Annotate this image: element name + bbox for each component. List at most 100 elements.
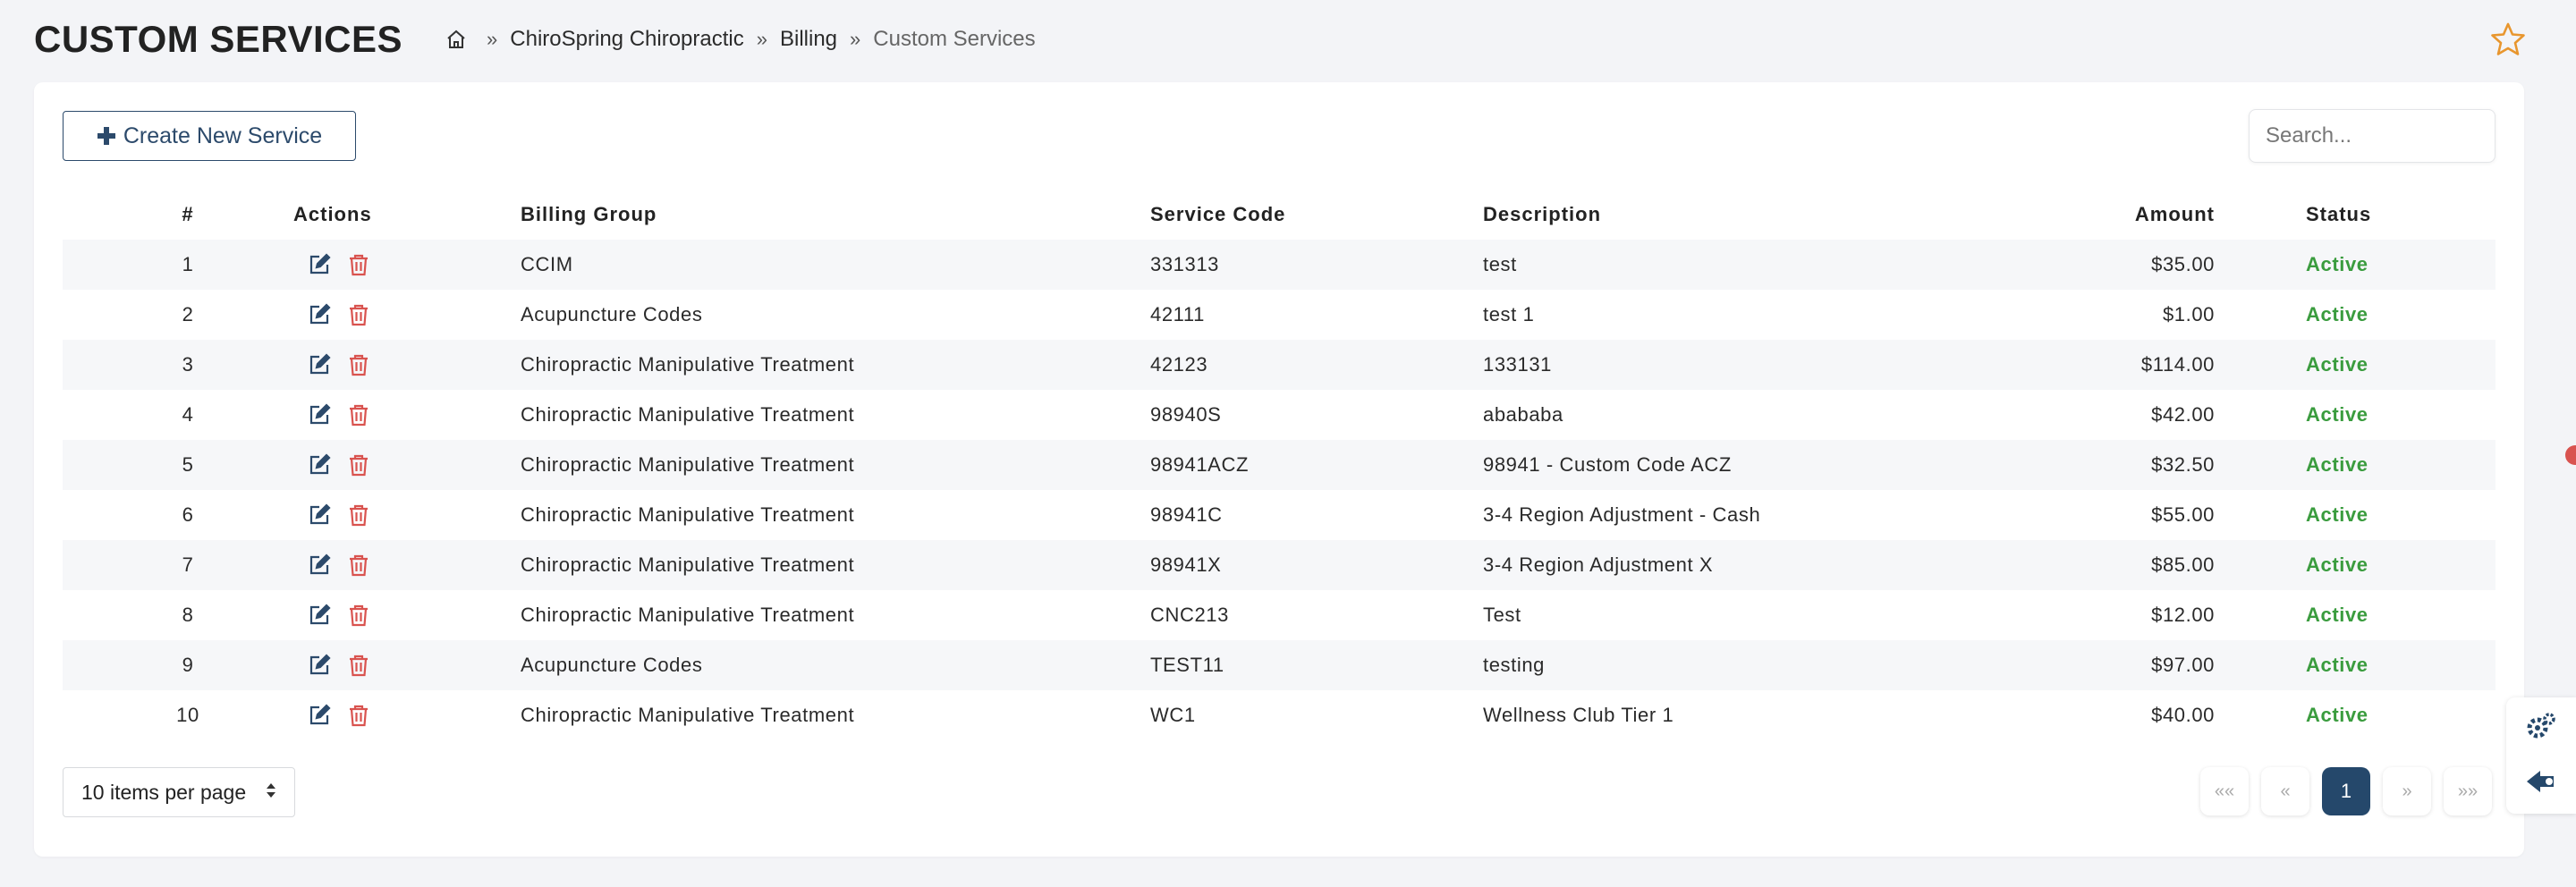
status-badge: Active xyxy=(2306,654,2368,676)
last-page-button[interactable]: »» xyxy=(2444,767,2492,815)
billing-group-cell: Chiropractic Manipulative Treatment xyxy=(521,353,855,376)
column-header-billing-group[interactable]: Billing Group xyxy=(521,190,1150,240)
edit-icon[interactable] xyxy=(308,704,331,727)
amount-cell: $40.00 xyxy=(2151,704,2215,726)
row-actions xyxy=(309,490,521,540)
description-cell: Test xyxy=(1483,604,1521,626)
edit-icon[interactable] xyxy=(308,453,331,477)
table-row: 1 CCIM 331313 test $35.00 Active xyxy=(63,240,2496,290)
row-number: 2 xyxy=(182,303,194,325)
table-row: 9 Acupuncture Codes TEST11 testing $97.0… xyxy=(63,640,2496,690)
amount-cell: $85.00 xyxy=(2151,553,2215,576)
service-code-cell: 42123 xyxy=(1150,353,1208,376)
description-cell: testing xyxy=(1483,654,1546,676)
prev-page-button[interactable]: « xyxy=(2261,767,2309,815)
search-input[interactable] xyxy=(2249,109,2496,163)
items-per-page-select[interactable]: 10 items per page xyxy=(63,767,295,817)
edit-icon[interactable] xyxy=(308,503,331,527)
row-actions xyxy=(309,590,521,640)
breadcrumb-item-current: Custom Services xyxy=(873,27,1036,51)
status-badge: Active xyxy=(2306,353,2368,376)
edit-icon[interactable] xyxy=(308,253,331,276)
settings-gears-icon[interactable] xyxy=(2524,710,2558,744)
breadcrumb: » ChiroSpring Chiropractic » Billing » C… xyxy=(445,27,1036,52)
feedback-icon[interactable] xyxy=(2524,764,2558,798)
billing-group-cell: Chiropractic Manipulative Treatment xyxy=(521,704,855,726)
row-actions xyxy=(309,290,521,340)
breadcrumb-item-billing[interactable]: Billing xyxy=(780,27,837,52)
status-badge: Active xyxy=(2306,303,2368,325)
delete-icon[interactable] xyxy=(347,453,370,477)
table-row: 4 Chiropractic Manipulative Treatment 98… xyxy=(63,390,2496,440)
column-header-number[interactable]: # xyxy=(63,190,313,240)
delete-icon[interactable] xyxy=(347,253,370,276)
column-header-actions: Actions xyxy=(293,190,521,240)
services-card: Create New Service # Actions Billing Gro… xyxy=(34,82,2524,857)
home-icon[interactable] xyxy=(445,29,467,50)
edit-icon[interactable] xyxy=(308,553,331,577)
service-code-cell: WC1 xyxy=(1150,704,1196,726)
edit-icon[interactable] xyxy=(308,303,331,326)
plus-icon xyxy=(97,126,116,146)
next-page-button[interactable]: » xyxy=(2383,767,2431,815)
table-row: 7 Chiropractic Manipulative Treatment 98… xyxy=(63,540,2496,590)
edit-icon[interactable] xyxy=(308,604,331,627)
delete-icon[interactable] xyxy=(347,403,370,427)
table-row: 3 Chiropractic Manipulative Treatment 42… xyxy=(63,340,2496,390)
breadcrumb-item-practice[interactable]: ChiroSpring Chiropractic xyxy=(510,27,743,52)
service-code-cell: 98941ACZ xyxy=(1150,453,1249,476)
delete-icon[interactable] xyxy=(347,303,370,326)
row-actions xyxy=(309,690,521,740)
billing-group-cell: Chiropractic Manipulative Treatment xyxy=(521,604,855,626)
status-badge: Active xyxy=(2306,604,2368,626)
first-page-button[interactable]: «« xyxy=(2200,767,2249,815)
create-new-service-button[interactable]: Create New Service xyxy=(63,111,356,161)
table-row: 6 Chiropractic Manipulative Treatment 98… xyxy=(63,490,2496,540)
row-number: 6 xyxy=(182,503,194,526)
description-cell: test 1 xyxy=(1483,303,1535,325)
row-actions xyxy=(309,440,521,490)
delete-icon[interactable] xyxy=(347,704,370,727)
billing-group-cell: CCIM xyxy=(521,253,573,275)
description-cell: 133131 xyxy=(1483,353,1553,376)
service-code-cell: CNC213 xyxy=(1150,604,1229,626)
billing-group-cell: Chiropractic Manipulative Treatment xyxy=(521,553,855,576)
delete-icon[interactable] xyxy=(347,353,370,376)
column-header-service-code[interactable]: Service Code xyxy=(1150,190,1483,240)
row-number: 5 xyxy=(182,453,194,476)
edit-icon[interactable] xyxy=(308,353,331,376)
row-actions xyxy=(309,240,521,290)
service-code-cell: 98941X xyxy=(1150,553,1222,576)
description-cell: 98941 - Custom Code ACZ xyxy=(1483,453,1732,476)
service-code-cell: 42111 xyxy=(1150,303,1205,325)
edit-icon[interactable] xyxy=(308,654,331,677)
row-number: 1 xyxy=(182,253,194,275)
billing-group-cell: Chiropractic Manipulative Treatment xyxy=(521,503,855,526)
edit-icon[interactable] xyxy=(308,403,331,427)
row-number: 4 xyxy=(182,403,194,426)
service-code-cell: 98940S xyxy=(1150,403,1222,426)
amount-cell: $42.00 xyxy=(2151,403,2215,426)
billing-group-cell: Acupuncture Codes xyxy=(521,654,703,676)
column-header-description[interactable]: Description xyxy=(1483,190,2111,240)
amount-cell: $12.00 xyxy=(2151,604,2215,626)
row-number: 3 xyxy=(182,353,194,376)
column-header-amount[interactable]: Amount xyxy=(2111,190,2215,240)
delete-icon[interactable] xyxy=(347,654,370,677)
page-title: CUSTOM SERVICES xyxy=(34,18,403,60)
delete-icon[interactable] xyxy=(347,553,370,577)
delete-icon[interactable] xyxy=(347,604,370,627)
column-header-status[interactable]: Status xyxy=(2215,190,2496,240)
star-icon[interactable] xyxy=(2490,21,2526,57)
row-actions xyxy=(309,540,521,590)
delete-icon[interactable] xyxy=(347,503,370,527)
row-number: 9 xyxy=(182,654,194,676)
page-header: CUSTOM SERVICES » ChiroSpring Chiropract… xyxy=(34,13,1036,66)
page-1-button[interactable]: 1 xyxy=(2322,767,2370,815)
row-number: 8 xyxy=(182,604,194,626)
table-row: 5 Chiropractic Manipulative Treatment 98… xyxy=(63,440,2496,490)
description-cell: 3-4 Region Adjustment X xyxy=(1483,553,1714,576)
breadcrumb-separator: » xyxy=(756,28,767,50)
description-cell: Wellness Club Tier 1 xyxy=(1483,704,1674,726)
notification-dot[interactable] xyxy=(2565,445,2576,465)
